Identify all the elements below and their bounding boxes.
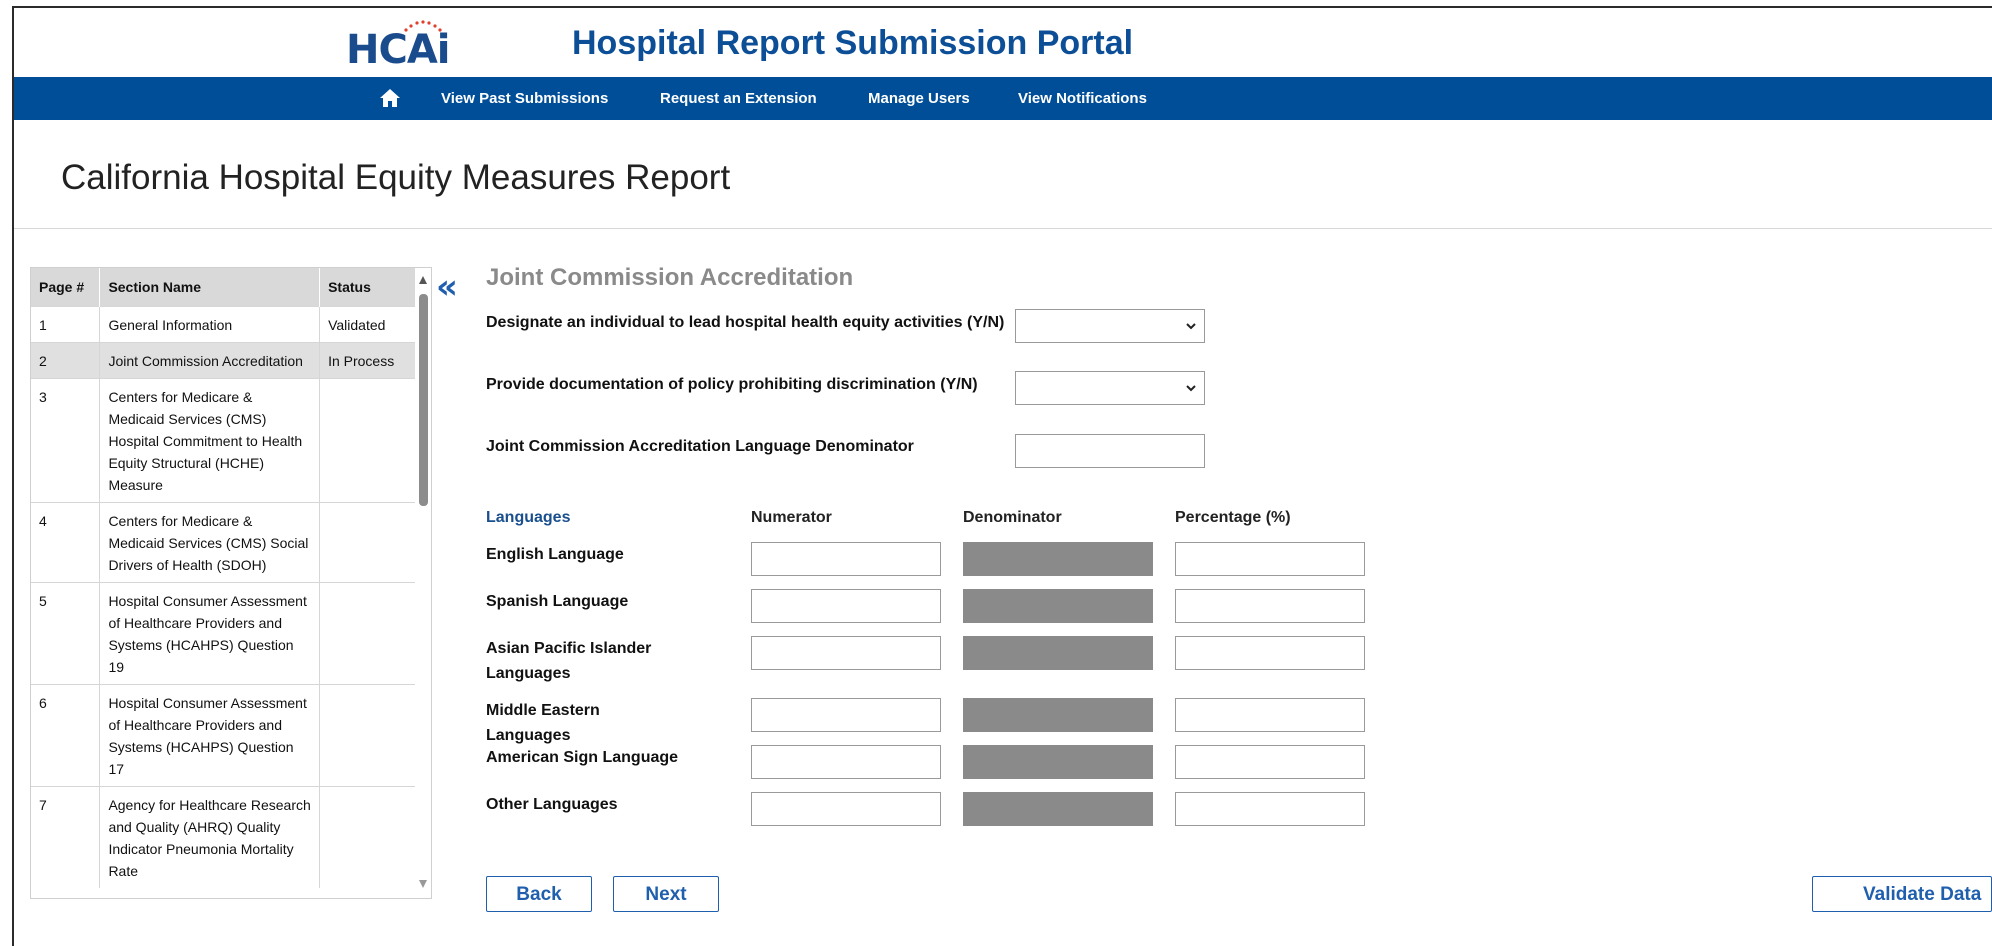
row-page-number: 6 (31, 684, 101, 787)
numerator-input[interactable] (751, 698, 941, 732)
nav-request-extension[interactable]: Request an Extension (660, 77, 817, 120)
numerator-input[interactable] (751, 542, 941, 576)
chevron-down-icon (1186, 323, 1196, 330)
section-row[interactable]: 3 Centers for Medicare & Medicaid Servic… (31, 378, 417, 503)
row-status (319, 378, 417, 503)
row-page-number: 5 (31, 582, 101, 685)
question-language-denominator-label: Joint Commission Accreditation Language … (486, 438, 914, 455)
row-section-name: Agency for Healthcare Research and Quali… (99, 786, 321, 888)
column-header-section: Section Name (99, 268, 321, 307)
section-title: Joint Commission Accreditation (486, 264, 854, 291)
percentage-input[interactable] (1175, 698, 1365, 732)
section-row[interactable]: 1 General Information Validated (31, 306, 417, 343)
section-row[interactable]: 6 Hospital Consumer Assessment of Health… (31, 684, 417, 787)
row-page-number: 1 (31, 306, 101, 343)
nav-manage-users[interactable]: Manage Users (868, 77, 970, 120)
row-status (319, 502, 417, 583)
policy-documentation-select[interactable] (1015, 371, 1205, 405)
row-status: In Process (319, 342, 417, 379)
divider (14, 228, 1992, 229)
row-section-name: Hospital Consumer Assessment of Healthca… (99, 582, 321, 685)
language-row-label: English Language (486, 546, 624, 563)
question-designate-lead-label: Designate an individual to lead hospital… (486, 314, 1005, 331)
language-row-label: Asian Pacific Islander Languages (486, 640, 652, 682)
numerator-input[interactable] (751, 636, 941, 670)
back-button[interactable]: Back (486, 876, 592, 912)
denominator-field-disabled (963, 792, 1153, 826)
row-page-number: 3 (31, 378, 101, 503)
section-row[interactable]: 5 Hospital Consumer Assessment of Health… (31, 582, 417, 685)
logo-text: HCAi (346, 27, 450, 73)
language-row-label: Middle Eastern Languages (486, 702, 600, 744)
numerator-input[interactable] (751, 589, 941, 623)
row-status (319, 786, 417, 888)
section-row[interactable]: 7 Agency for Healthcare Research and Qua… (31, 786, 417, 888)
denominator-field-disabled (963, 698, 1153, 732)
percentage-input[interactable] (1175, 745, 1365, 779)
row-page-number: 4 (31, 502, 101, 583)
denominator-field-disabled (963, 745, 1153, 779)
designate-lead-select[interactable] (1015, 309, 1205, 343)
column-header-percentage: Percentage (%) (1175, 509, 1291, 526)
header: HCAi Hospital Report Submission Portal (14, 8, 1992, 77)
row-status (319, 582, 417, 685)
sidebar-scrollbar[interactable] (415, 268, 431, 898)
denominator-field-disabled (963, 589, 1153, 623)
language-denominator-input[interactable] (1015, 434, 1205, 468)
double-chevron-left-icon[interactable]: « (436, 270, 458, 304)
denominator-field-disabled (963, 542, 1153, 576)
row-status: Validated (319, 306, 417, 343)
column-header-page: Page # (31, 268, 101, 307)
scroll-thumb[interactable] (419, 294, 428, 506)
column-header-languages: Languages (486, 509, 571, 526)
section-row-active[interactable]: 2 Joint Commission Accreditation In Proc… (31, 342, 417, 379)
chevron-down-icon (1186, 385, 1196, 392)
validate-data-button[interactable]: Validate Data (1812, 876, 1992, 912)
question-policy-documentation-label: Provide documentation of policy prohibit… (486, 376, 978, 393)
percentage-input[interactable] (1175, 542, 1365, 576)
top-nav: View Past Submissions Request an Extensi… (14, 77, 1992, 120)
row-page-number: 7 (31, 786, 101, 888)
column-header-status: Status (319, 268, 417, 307)
language-row-label: Other Languages (486, 796, 618, 813)
numerator-input[interactable] (751, 745, 941, 779)
denominator-field-disabled (963, 636, 1153, 670)
row-section-name: Joint Commission Accreditation (99, 342, 321, 379)
portal-title: Hospital Report Submission Portal (572, 24, 1134, 62)
percentage-input[interactable] (1175, 636, 1365, 670)
page-title: California Hospital Equity Measures Repo… (61, 158, 731, 197)
row-page-number: 2 (31, 342, 101, 379)
nav-view-past-submissions[interactable]: View Past Submissions (441, 77, 608, 120)
column-header-numerator: Numerator (751, 509, 832, 526)
next-button[interactable]: Next (613, 876, 719, 912)
section-table-header: Page # Section Name Status (31, 268, 417, 307)
language-row-label: Spanish Language (486, 593, 629, 610)
section-table: Page # Section Name Status 1 General Inf… (31, 268, 417, 888)
column-header-denominator: Denominator (963, 509, 1062, 526)
row-section-name: Hospital Consumer Assessment of Healthca… (99, 684, 321, 787)
hcai-logo[interactable]: HCAi (346, 20, 450, 73)
scroll-up-arrow-icon[interactable] (419, 276, 427, 284)
home-icon[interactable] (378, 86, 402, 110)
numerator-input[interactable] (751, 792, 941, 826)
row-section-name: General Information (99, 306, 321, 343)
language-row-label: American Sign Language (486, 749, 679, 766)
row-status (319, 684, 417, 787)
section-navigator: Page # Section Name Status 1 General Inf… (30, 267, 432, 899)
row-section-name: Centers for Medicare & Medicaid Services… (99, 378, 321, 503)
percentage-input[interactable] (1175, 792, 1365, 826)
row-section-name: Centers for Medicare & Medicaid Services… (99, 502, 321, 583)
nav-view-notifications[interactable]: View Notifications (1018, 77, 1147, 120)
percentage-input[interactable] (1175, 589, 1365, 623)
section-row[interactable]: 4 Centers for Medicare & Medicaid Servic… (31, 502, 417, 583)
scroll-down-arrow-icon[interactable] (419, 880, 427, 888)
